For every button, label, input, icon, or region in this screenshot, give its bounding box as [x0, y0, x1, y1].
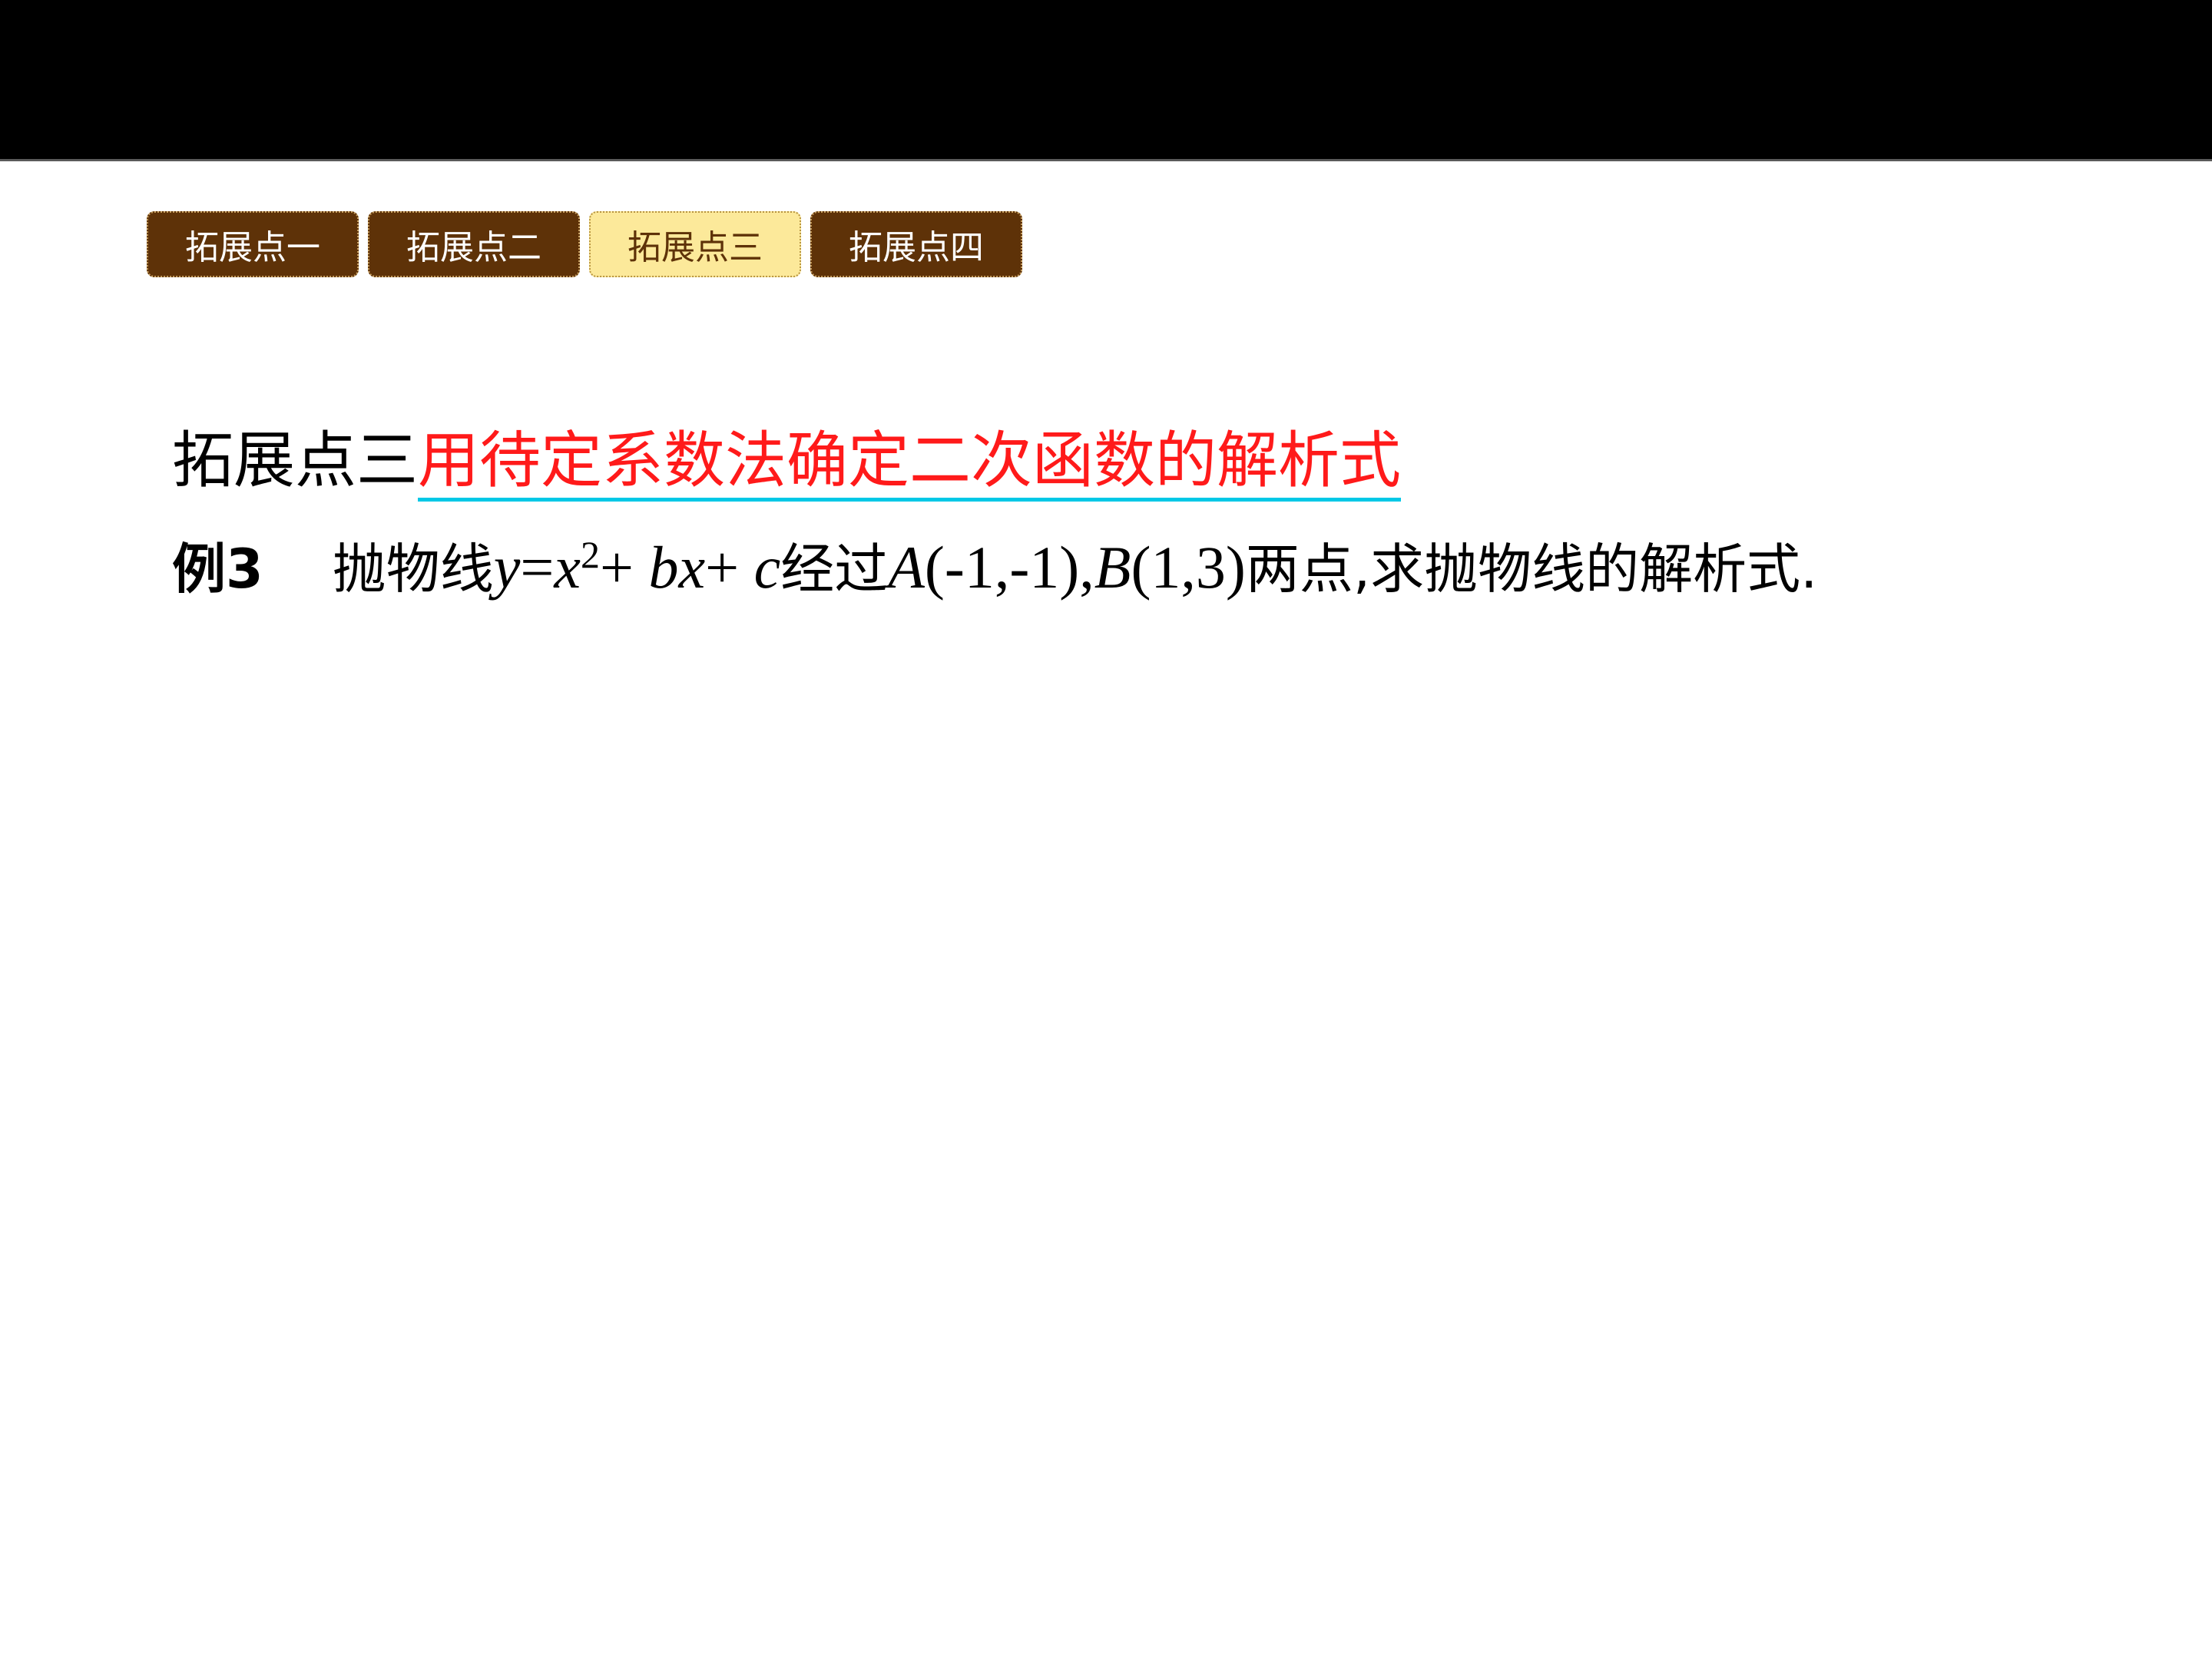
eq-plus-2: +: [705, 534, 754, 601]
heading-prefix: 拓展点三: [172, 425, 418, 496]
eq-c: c: [753, 534, 781, 601]
tab-bar: 拓展点一 拓展点二 拓展点三 拓展点四: [147, 211, 1022, 277]
header-bar: [0, 0, 2212, 161]
tab-point-2[interactable]: 拓展点二: [368, 211, 580, 277]
example-text-1: 抛物线: [332, 538, 494, 601]
eq-x: x: [554, 534, 581, 601]
eq-bx: bx: [648, 534, 706, 601]
tab-point-1[interactable]: 拓展点一: [147, 211, 359, 277]
section-heading: 拓展点三用待定系数法确定二次函数的解析式: [172, 425, 1401, 502]
eq-exponent: 2: [580, 533, 600, 576]
point-a: A: [888, 534, 925, 601]
point-b: B: [1094, 534, 1131, 601]
example-text-3: 两点,求抛物线的解析式.: [1245, 538, 1818, 601]
example-problem: 例3 抛物线y=x2+ bx+ c经过A(-1,-1),B(1,3)两点,求抛物线…: [172, 535, 1818, 601]
eq-plus-1: +: [599, 534, 649, 601]
eq-y: y: [493, 534, 521, 601]
point-b-coords: (1,3): [1131, 534, 1246, 601]
tab-point-3[interactable]: 拓展点三: [589, 211, 801, 277]
heading-topic: 用待定系数法确定二次函数的解析式: [418, 425, 1401, 502]
example-text-2: 经过: [780, 538, 889, 601]
tab-point-4[interactable]: 拓展点四: [810, 211, 1022, 277]
slide: 拓展点一 拓展点二 拓展点三 拓展点四 拓展点三用待定系数法确定二次函数的解析式…: [0, 0, 2212, 1659]
eq-equals: =: [520, 534, 555, 601]
example-label: 例3: [172, 538, 263, 601]
point-a-coords: (-1,-1),: [924, 534, 1094, 601]
